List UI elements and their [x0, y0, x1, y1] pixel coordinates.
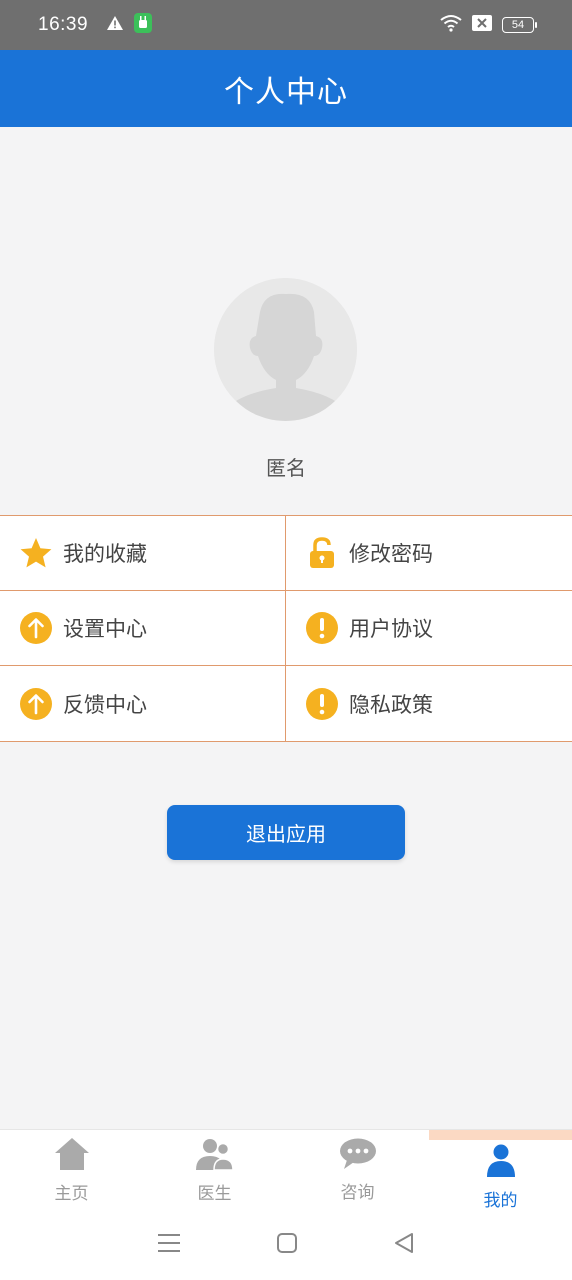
system-nav-bar [0, 1210, 572, 1280]
app-header: 个人中心 [0, 50, 572, 127]
arrow-up-icon [19, 687, 53, 721]
menu-item-settings[interactable]: 设置中心 [0, 591, 286, 666]
back-triangle-icon[interactable] [393, 1232, 415, 1258]
menu-item-label: 隐私政策 [349, 692, 433, 717]
menu-item-favorites[interactable]: 我的收藏 [0, 516, 286, 591]
username: 匿名 [266, 456, 306, 480]
nav-label: 主页 [54, 1184, 89, 1204]
status-right-icons: 54 [440, 14, 537, 36]
nav-label: 医生 [197, 1184, 232, 1204]
android-notification-icon [134, 13, 153, 37]
exit-app-button[interactable]: 退出应用 [167, 805, 405, 860]
status-time: 16:39 [38, 14, 89, 35]
chat-bubble-icon [339, 1138, 377, 1174]
menu-icon[interactable] [157, 1232, 181, 1258]
nav-item-consult[interactable]: 咨询 [286, 1130, 429, 1211]
menu-item-label: 用户协议 [349, 617, 433, 641]
home-square-icon[interactable] [276, 1232, 298, 1258]
menu-item-feedback[interactable]: 反馈中心 [0, 666, 286, 742]
battery-level: 54 [511, 19, 525, 31]
exclamation-icon [305, 687, 339, 721]
nav-item-mine[interactable]: 我的 [429, 1130, 572, 1211]
nav-active-highlight [429, 1130, 572, 1140]
menu-item-label: 反馈中心 [63, 692, 147, 717]
menu-grid: 我的收藏 修改密码 设置中心 用户协议 反馈中心 隐私政策 [0, 515, 572, 742]
status-bar: 16:39 54 [0, 0, 572, 50]
warning-icon [106, 15, 124, 35]
menu-item-privacy-policy[interactable]: 隐私政策 [286, 666, 572, 742]
menu-item-label: 设置中心 [63, 617, 147, 641]
arrow-up-icon [19, 611, 53, 645]
unlock-icon [305, 536, 339, 570]
menu-item-label: 修改密码 [349, 542, 433, 566]
nav-item-doctors[interactable]: 医生 [143, 1130, 286, 1211]
status-left-icons [106, 13, 153, 37]
person-icon [486, 1144, 516, 1182]
doctors-icon [195, 1137, 234, 1175]
menu-item-label: 我的收藏 [63, 542, 147, 566]
home-icon [54, 1137, 90, 1175]
star-icon [19, 536, 53, 570]
battery-icon: 54 [502, 17, 537, 33]
nav-label: 咨询 [340, 1183, 375, 1203]
exclamation-icon [305, 611, 339, 645]
default-avatar-icon[interactable] [214, 278, 357, 421]
nav-item-home[interactable]: 主页 [0, 1130, 143, 1211]
wifi-icon [440, 14, 462, 36]
nav-label: 我的 [483, 1191, 518, 1211]
bottom-nav: 主页 医生 咨询 我的 [0, 1129, 572, 1211]
sim-off-icon [472, 15, 492, 35]
menu-item-user-agreement[interactable]: 用户协议 [286, 591, 572, 666]
page-title: 个人中心 [224, 74, 348, 110]
menu-item-change-password[interactable]: 修改密码 [286, 516, 572, 591]
